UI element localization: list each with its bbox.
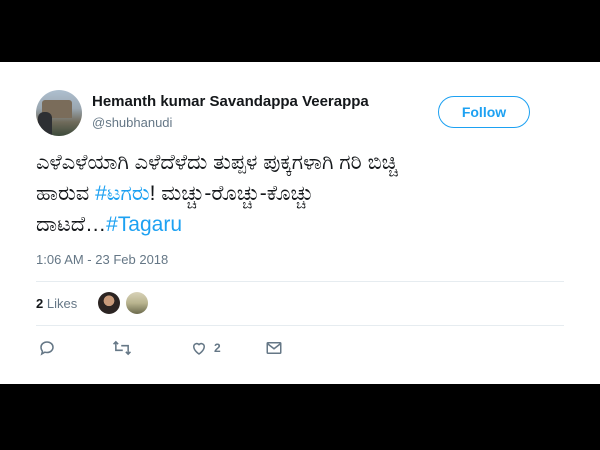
reply-button[interactable]: [38, 338, 56, 358]
likes-count: 2: [36, 296, 44, 311]
tweet-timestamp[interactable]: 1:06 AM - 23 Feb 2018: [36, 252, 168, 267]
likes-label: Likes: [46, 296, 78, 311]
tweet-text-segment: ! ಮಚ್ಚು-ರೊಚ್ಚು-ಕೊಚ್ಚು: [149, 182, 314, 205]
avatar-person-shape: [38, 112, 52, 136]
tweet-line-1: ಎಳೆಎಳೆಯಾಗಿ ಎಳೆದೆಳೆದು ತುಪ್ಪಳ ಪುಕ್ಕಗಳಾಗಿ ಗ…: [36, 151, 398, 174]
tweet-line-3: ದಾಟದೆ…#Tagaru: [36, 209, 556, 240]
follow-button[interactable]: Follow: [438, 96, 530, 128]
tweet-text-segment: ದಾಟದೆ…: [36, 213, 107, 236]
tweet-text: ಎಳೆಎಳೆಯಾಗಿ ಎಳೆದೆಳೆದು ತುಪ್ಪಳ ಪುಕ್ಕಗಳಾಗಿ ಗ…: [36, 147, 556, 240]
likes-summary[interactable]: 2 Likes: [36, 296, 77, 311]
liker-avatar[interactable]: [126, 292, 148, 314]
user-avatar[interactable]: [36, 90, 82, 136]
user-handle[interactable]: @shubhanudi: [92, 115, 172, 130]
reply-icon: [38, 339, 56, 357]
divider-top: [36, 281, 564, 282]
hashtag-link-tagaru[interactable]: #Tagaru: [106, 213, 182, 236]
hashtag-link-tagaru-kannada[interactable]: #ಟಗರು: [95, 182, 150, 205]
retweet-button[interactable]: [112, 338, 132, 358]
retweet-icon: [112, 339, 132, 357]
like-action-count: 2: [214, 341, 221, 355]
tweet-line-2: ಹಾರುವ #ಟಗರು! ಮಚ್ಚು-ರೊಚ್ಚು-ಕೊಚ್ಚು: [36, 178, 556, 209]
heart-icon: [190, 339, 208, 357]
divider-bottom: [36, 325, 564, 326]
liker-avatar[interactable]: [98, 292, 120, 314]
direct-message-button[interactable]: [265, 338, 283, 358]
mail-icon: [265, 339, 283, 357]
user-display-name[interactable]: Hemanth kumar Savandappa Veerappa: [92, 93, 369, 110]
like-button[interactable]: 2: [190, 338, 221, 358]
tweet-text-segment: ಹಾರುವ: [36, 182, 96, 205]
